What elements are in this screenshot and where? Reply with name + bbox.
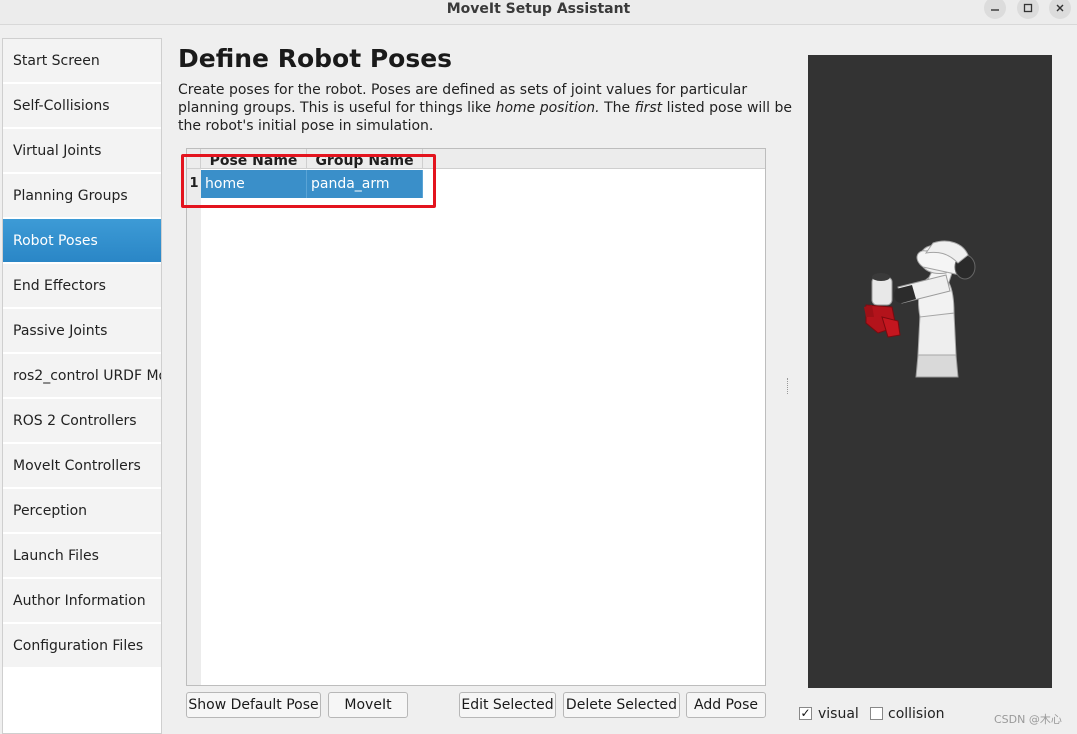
column-header-filler bbox=[423, 149, 765, 169]
sidebar-item-start-screen[interactable]: Start Screen bbox=[3, 39, 161, 83]
description-line-2: planning groups. This is useful for thin… bbox=[178, 100, 793, 116]
visual-label: visual bbox=[818, 706, 859, 722]
visual-checkbox[interactable]: ✓ bbox=[799, 707, 812, 720]
splitter-handle[interactable] bbox=[787, 378, 789, 394]
sidebar-item-moveit-controllers[interactable]: MoveIt Controllers bbox=[3, 444, 161, 488]
sidebar-item-ros2-controllers[interactable]: ROS 2 Controllers bbox=[3, 399, 161, 443]
title-bar: MoveIt Setup Assistant bbox=[0, 0, 1077, 25]
sidebar-item-end-effectors[interactable]: End Effectors bbox=[3, 264, 161, 308]
description-line-1: Create poses for the robot. Poses are de… bbox=[178, 82, 748, 98]
sidebar-item-configuration-files[interactable]: Configuration Files bbox=[3, 624, 161, 668]
sidebar-item-passive-joints[interactable]: Passive Joints bbox=[3, 309, 161, 353]
window-title: MoveIt Setup Assistant bbox=[446, 1, 631, 17]
sidebar-item-ros2-control[interactable]: ros2_control URDF Modifications bbox=[3, 354, 161, 398]
edit-selected-button[interactable]: Edit Selected bbox=[459, 692, 556, 718]
robot-3d-viewer[interactable] bbox=[808, 55, 1052, 688]
annotation-highlight-box bbox=[181, 154, 436, 208]
sidebar-item-planning-groups[interactable]: Planning Groups bbox=[3, 174, 161, 218]
description-line-3: the robot's initial pose in simulation. bbox=[178, 118, 434, 134]
sidebar-item-virtual-joints[interactable]: Virtual Joints bbox=[3, 129, 161, 173]
show-default-pose-button[interactable]: Show Default Pose bbox=[186, 692, 321, 718]
sidebar-item-author-information[interactable]: Author Information bbox=[3, 579, 161, 623]
sidebar-item-perception[interactable]: Perception bbox=[3, 489, 161, 533]
collision-checkbox[interactable] bbox=[870, 707, 883, 720]
collision-label: collision bbox=[888, 706, 945, 722]
delete-selected-button[interactable]: Delete Selected bbox=[563, 692, 680, 718]
sidebar-item-self-collisions[interactable]: Self-Collisions bbox=[3, 84, 161, 128]
robot-arm-icon bbox=[864, 240, 976, 378]
sidebar-item-launch-files[interactable]: Launch Files bbox=[3, 534, 161, 578]
poses-table[interactable]: Pose Name Group Name 1 home panda_arm bbox=[186, 148, 766, 686]
moveit-button[interactable]: MoveIt bbox=[328, 692, 408, 718]
watermark-text: CSDN @木心 bbox=[994, 713, 1062, 726]
sidebar-item-robot-poses[interactable]: Robot Poses bbox=[3, 219, 161, 263]
add-pose-button[interactable]: Add Pose bbox=[686, 692, 766, 718]
page-description: Create poses for the robot. Poses are de… bbox=[178, 81, 793, 135]
sidebar-nav: Start Screen Self-Collisions Virtual Joi… bbox=[2, 38, 162, 734]
page-title: Define Robot Poses bbox=[178, 44, 453, 73]
row-header-strip bbox=[187, 169, 201, 685]
